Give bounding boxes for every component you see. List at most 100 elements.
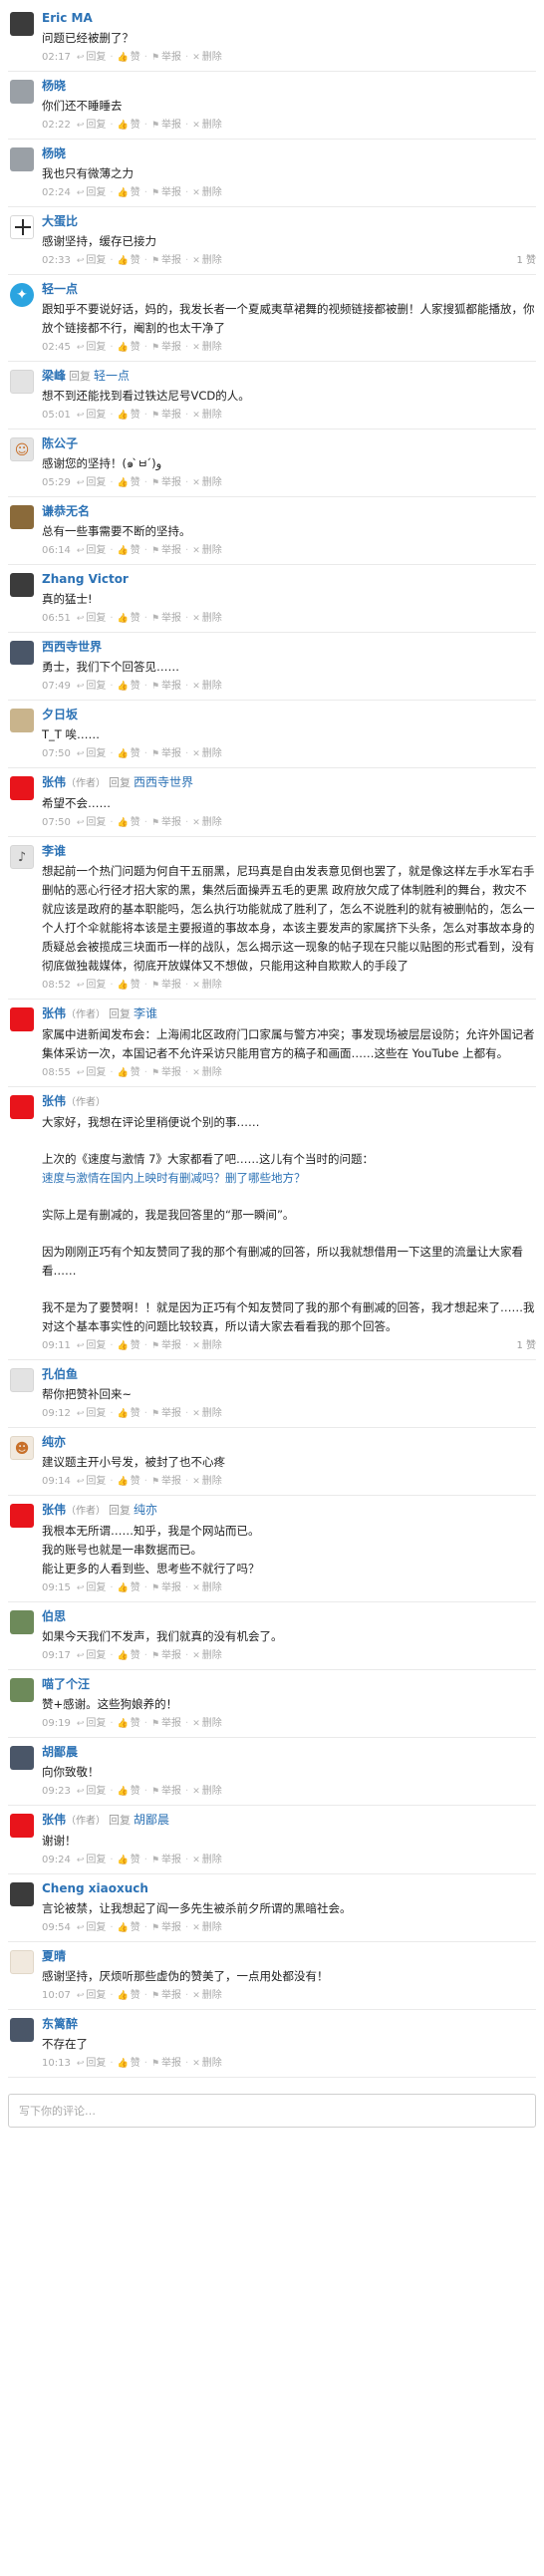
- author-name[interactable]: 张伟: [42, 1094, 66, 1108]
- like-button[interactable]: 👍 赞: [118, 1649, 140, 1663]
- delete-button[interactable]: ✕ 删除: [192, 476, 222, 490]
- like-button[interactable]: 👍 赞: [118, 1475, 140, 1489]
- report-button[interactable]: ⚑ 举报: [151, 1717, 181, 1731]
- like-button[interactable]: 👍 赞: [118, 680, 140, 694]
- delete-button[interactable]: ✕ 删除: [192, 816, 222, 830]
- like-button[interactable]: 👍 赞: [118, 1785, 140, 1799]
- author-name[interactable]: 纯亦: [42, 1435, 66, 1449]
- report-button[interactable]: ⚑ 举报: [151, 1407, 181, 1421]
- author-name[interactable]: 张伟: [42, 1503, 66, 1517]
- author-name[interactable]: 轻一点: [42, 282, 78, 296]
- avatar[interactable]: [10, 215, 34, 239]
- reply-target-name[interactable]: 纯亦: [134, 1503, 157, 1517]
- report-button[interactable]: ⚑ 举报: [151, 1475, 181, 1489]
- avatar[interactable]: ☺: [10, 437, 34, 461]
- author-name[interactable]: 谦恭无名: [42, 504, 90, 518]
- reply-button[interactable]: ↩ 回复: [77, 612, 107, 626]
- reply-button[interactable]: ↩ 回复: [77, 1717, 107, 1731]
- report-button[interactable]: ⚑ 举报: [151, 747, 181, 761]
- delete-button[interactable]: ✕ 删除: [192, 1339, 222, 1353]
- author-name[interactable]: 张伟: [42, 1006, 66, 1020]
- avatar[interactable]: [10, 80, 34, 104]
- delete-button[interactable]: ✕ 删除: [192, 612, 222, 626]
- delete-button[interactable]: ✕ 删除: [192, 680, 222, 694]
- like-button[interactable]: 👍 赞: [118, 1921, 140, 1935]
- like-button[interactable]: 👍 赞: [118, 747, 140, 761]
- like-button[interactable]: 👍 赞: [118, 476, 140, 490]
- reply-button[interactable]: ↩ 回复: [77, 1649, 107, 1663]
- avatar[interactable]: [10, 1007, 34, 1031]
- delete-button[interactable]: ✕ 删除: [192, 1921, 222, 1935]
- report-button[interactable]: ⚑ 举报: [151, 1339, 181, 1353]
- delete-button[interactable]: ✕ 删除: [192, 1649, 222, 1663]
- avatar[interactable]: [10, 1882, 34, 1906]
- like-button[interactable]: 👍 赞: [118, 119, 140, 133]
- delete-button[interactable]: ✕ 删除: [192, 1407, 222, 1421]
- reply-button[interactable]: ↩ 回复: [77, 1475, 107, 1489]
- avatar[interactable]: [10, 1678, 34, 1702]
- reply-target-name[interactable]: 西西寺世界: [134, 775, 193, 789]
- author-name[interactable]: 张伟: [42, 1813, 66, 1827]
- report-button[interactable]: ⚑ 举报: [151, 409, 181, 423]
- author-name[interactable]: 胡鄙晨: [42, 1745, 78, 1759]
- author-name[interactable]: 伯思: [42, 1609, 66, 1623]
- reply-button[interactable]: ↩ 回复: [77, 476, 107, 490]
- like-button[interactable]: 👍 赞: [118, 254, 140, 268]
- author-name[interactable]: Eric MA: [42, 11, 93, 25]
- avatar[interactable]: [10, 1504, 34, 1528]
- like-button[interactable]: 👍 赞: [118, 816, 140, 830]
- author-name[interactable]: 夏晴: [42, 1949, 66, 1963]
- avatar[interactable]: [10, 1368, 34, 1392]
- author-name[interactable]: 孔伯鱼: [42, 1367, 78, 1381]
- author-name[interactable]: 陈公子: [42, 436, 78, 450]
- author-name[interactable]: 喵了个汪: [42, 1677, 90, 1691]
- like-button[interactable]: 👍 赞: [118, 186, 140, 200]
- reply-button[interactable]: ↩ 回复: [77, 747, 107, 761]
- delete-button[interactable]: ✕ 删除: [192, 1854, 222, 1867]
- author-name[interactable]: 大蛋比: [42, 214, 78, 228]
- comment-input[interactable]: 写下你的评论…: [8, 2094, 536, 2128]
- avatar[interactable]: ♪: [10, 845, 34, 869]
- reply-button[interactable]: ↩ 回复: [77, 979, 107, 993]
- report-button[interactable]: ⚑ 举报: [151, 1854, 181, 1867]
- report-button[interactable]: ⚑ 举报: [151, 1066, 181, 1080]
- delete-button[interactable]: ✕ 删除: [192, 1717, 222, 1731]
- avatar[interactable]: [10, 641, 34, 665]
- reply-button[interactable]: ↩ 回复: [77, 1339, 107, 1353]
- report-button[interactable]: ⚑ 举报: [151, 979, 181, 993]
- report-button[interactable]: ⚑ 举报: [151, 119, 181, 133]
- delete-button[interactable]: ✕ 删除: [192, 1475, 222, 1489]
- avatar[interactable]: [10, 1095, 34, 1119]
- delete-button[interactable]: ✕ 删除: [192, 544, 222, 558]
- delete-button[interactable]: ✕ 删除: [192, 51, 222, 65]
- author-name[interactable]: Zhang Victor: [42, 572, 129, 586]
- like-button[interactable]: 👍 赞: [118, 51, 140, 65]
- reply-button[interactable]: ↩ 回复: [77, 1407, 107, 1421]
- report-button[interactable]: ⚑ 举报: [151, 1581, 181, 1595]
- like-button[interactable]: 👍 赞: [118, 1339, 140, 1353]
- avatar[interactable]: ☻: [10, 1436, 34, 1460]
- author-name[interactable]: 夕日坂: [42, 708, 78, 721]
- avatar[interactable]: [10, 1814, 34, 1838]
- report-button[interactable]: ⚑ 举报: [151, 1921, 181, 1935]
- like-button[interactable]: 👍 赞: [118, 979, 140, 993]
- author-name[interactable]: 张伟: [42, 775, 66, 789]
- like-button[interactable]: 👍 赞: [118, 2057, 140, 2071]
- reply-button[interactable]: ↩ 回复: [77, 186, 107, 200]
- reply-button[interactable]: ↩ 回复: [77, 1921, 107, 1935]
- report-button[interactable]: ⚑ 举报: [151, 476, 181, 490]
- like-button[interactable]: 👍 赞: [118, 544, 140, 558]
- avatar[interactable]: [10, 505, 34, 529]
- report-button[interactable]: ⚑ 举报: [151, 612, 181, 626]
- delete-button[interactable]: ✕ 删除: [192, 979, 222, 993]
- delete-button[interactable]: ✕ 删除: [192, 254, 222, 268]
- delete-button[interactable]: ✕ 删除: [192, 119, 222, 133]
- report-button[interactable]: ⚑ 举报: [151, 680, 181, 694]
- author-name[interactable]: 西西寺世界: [42, 640, 102, 654]
- delete-button[interactable]: ✕ 删除: [192, 1066, 222, 1080]
- delete-button[interactable]: ✕ 删除: [192, 2057, 222, 2071]
- like-button[interactable]: 👍 赞: [118, 1581, 140, 1595]
- reply-button[interactable]: ↩ 回复: [77, 409, 107, 423]
- reply-target-name[interactable]: 胡鄙晨: [134, 1813, 169, 1827]
- avatar[interactable]: [10, 709, 34, 732]
